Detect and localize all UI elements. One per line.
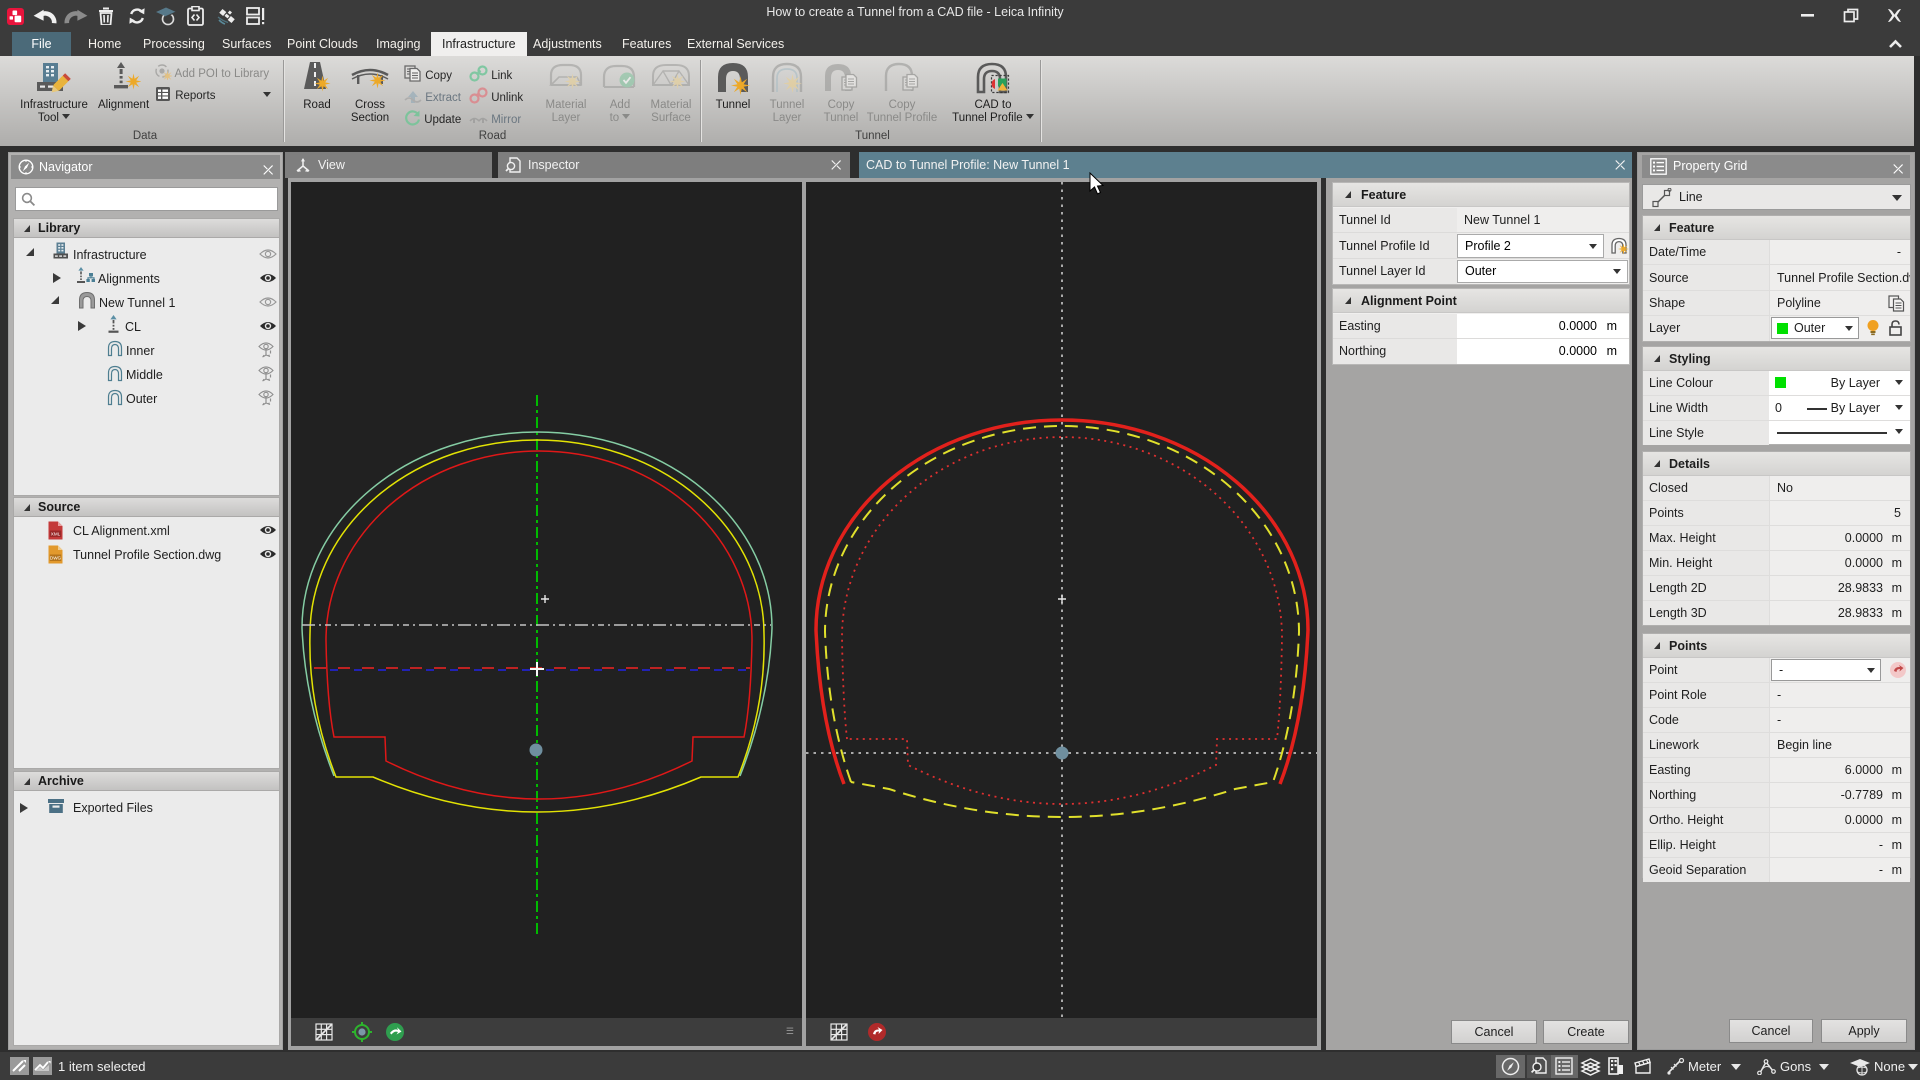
svg-text:XML: XML [51,532,61,537]
svg-text:DWG: DWG [50,556,62,561]
